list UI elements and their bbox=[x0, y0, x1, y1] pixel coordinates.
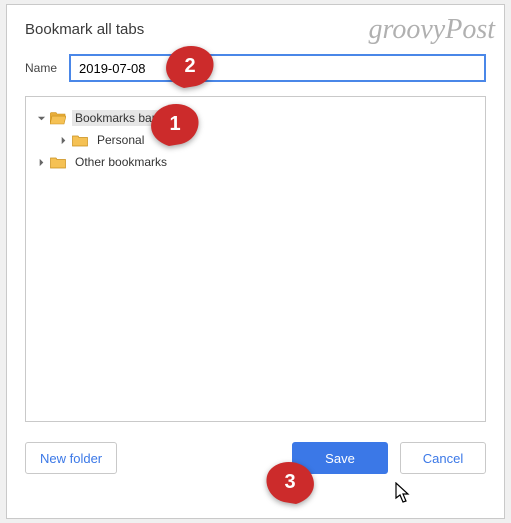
tree-item-label: Bookmarks bar bbox=[72, 110, 159, 126]
button-label: New folder bbox=[40, 451, 102, 466]
name-label: Name bbox=[25, 61, 69, 75]
save-button[interactable]: Save bbox=[292, 442, 388, 474]
tree-item-personal[interactable]: Personal bbox=[34, 129, 477, 151]
folder-open-icon bbox=[50, 112, 66, 125]
button-label: Cancel bbox=[423, 451, 463, 466]
tree-item-other-bookmarks[interactable]: Other bookmarks bbox=[34, 151, 477, 173]
cancel-button[interactable]: Cancel bbox=[400, 442, 486, 474]
folder-icon bbox=[50, 156, 66, 169]
dialog-title: Bookmark all tabs bbox=[25, 21, 486, 38]
folder-icon bbox=[72, 134, 88, 147]
chevron-right-icon[interactable] bbox=[56, 136, 70, 145]
tree-item-label: Other bookmarks bbox=[72, 154, 170, 170]
bookmark-dialog: Bookmark all tabs Name Bookmarks bar bbox=[6, 4, 505, 519]
new-folder-button[interactable]: New folder bbox=[25, 442, 117, 474]
tree-item-bookmarks-bar[interactable]: Bookmarks bar bbox=[34, 107, 477, 129]
chevron-down-icon[interactable] bbox=[34, 114, 48, 123]
button-label: Save bbox=[325, 451, 355, 466]
button-row: New folder Save Cancel bbox=[25, 442, 486, 474]
name-row: Name bbox=[25, 54, 486, 82]
name-input[interactable] bbox=[69, 54, 486, 82]
chevron-right-icon[interactable] bbox=[34, 158, 48, 167]
tree-item-label: Personal bbox=[94, 132, 147, 148]
folder-tree[interactable]: Bookmarks bar Personal Other bookm bbox=[25, 96, 486, 422]
